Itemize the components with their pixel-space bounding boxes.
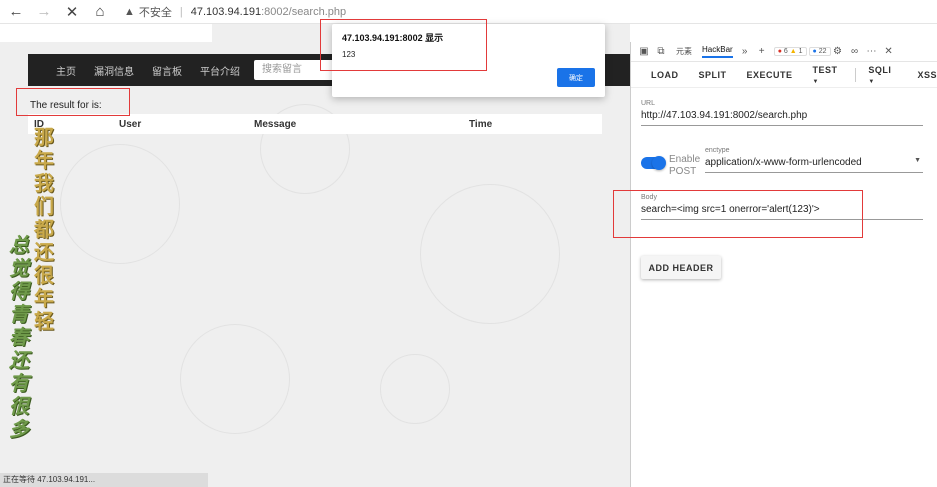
info-badge[interactable]: ● 22 xyxy=(808,47,831,56)
warning-icon: ▲ xyxy=(789,48,797,55)
error-badge[interactable]: ● 6 ▲ 1 xyxy=(773,47,807,56)
hackbar-test[interactable]: TEST ▼ xyxy=(813,65,844,85)
nav-item-vulns[interactable]: 漏洞信息 xyxy=(94,63,134,78)
devtools-toolbar: ▣ ⧉ 元素 HackBar » + ● 6 ▲ 1 ● 22 ⚙ ∞ ⋯ ✕ xyxy=(631,42,937,62)
inspect-icon[interactable]: ⧉ xyxy=(654,46,668,57)
devtools-panel: ▣ ⧉ 元素 HackBar » + ● 6 ▲ 1 ● 22 ⚙ ∞ ⋯ ✕ … xyxy=(630,42,937,487)
dropdown-arrow-icon: ▼ xyxy=(812,78,819,85)
hackbar-xss[interactable]: XSS xyxy=(917,70,937,80)
enable-post-label: Enable POST xyxy=(669,154,701,177)
background-doodle xyxy=(420,184,560,324)
error-icon: ● xyxy=(777,48,782,55)
link-icon[interactable]: ∞ xyxy=(848,46,862,57)
add-header-button[interactable]: ADD HEADER xyxy=(641,256,721,279)
hackbar-split[interactable]: SPLIT xyxy=(699,70,727,80)
hackbar-load[interactable]: LOAD xyxy=(651,70,679,80)
enctype-value: application/x-www-form-urlencoded ▼ xyxy=(705,157,921,168)
address-bar[interactable]: ▲ 不安全 | 47.103.94.191 :8002/search.php xyxy=(124,2,346,22)
forward-arrow-icon[interactable]: → xyxy=(32,0,56,24)
url-path: :8002/search.php xyxy=(261,5,347,18)
annotation-box-body xyxy=(613,190,863,238)
more-options-icon[interactable]: ⋯ xyxy=(865,46,879,57)
background-doodle xyxy=(380,354,450,424)
tab-hackbar[interactable]: HackBar xyxy=(702,45,733,58)
security-label: 不安全 xyxy=(138,6,172,19)
ok-button[interactable]: 确定 xyxy=(557,68,595,87)
nav-item-home[interactable]: 主页 xyxy=(56,63,76,78)
enable-post-toggle[interactable] xyxy=(641,156,666,170)
gear-icon[interactable]: ⚙ xyxy=(831,46,845,57)
url-host: 47.103.94.191 xyxy=(190,5,262,18)
hackbar-menu: LOAD SPLIT EXECUTE TEST ▼ SQLI ▼ XSS xyxy=(631,62,937,88)
info-icon: ● xyxy=(812,48,817,55)
enctype-select[interactable]: enctype application/x-www-form-urlencode… xyxy=(705,147,923,173)
dropdown-arrow-icon: ▼ xyxy=(868,78,875,85)
nav-item-about[interactable]: 平台介绍 xyxy=(200,63,240,78)
url-label: URL xyxy=(641,100,656,107)
column-header-user: User xyxy=(119,118,142,130)
table-header: ID User Message Time xyxy=(28,114,602,134)
dropdown-arrow-icon: ▼ xyxy=(914,157,921,164)
column-header-message: Message xyxy=(254,118,297,130)
enctype-label: enctype xyxy=(705,147,730,154)
url-value: http://47.103.94.191:8002/search.php xyxy=(641,110,808,121)
status-bar: 正在等待 47.103.94.191... xyxy=(0,473,208,487)
poem-line-2: 总 觉 得 青 春 还 有 很 多 xyxy=(9,233,29,441)
background-doodle xyxy=(180,324,290,434)
annotation-box-alert xyxy=(320,19,487,71)
hackbar-execute[interactable]: EXECUTE xyxy=(747,70,793,80)
annotation-box-result xyxy=(16,88,130,116)
back-arrow-icon[interactable]: ← xyxy=(4,0,28,24)
device-toolbar-icon[interactable]: ▣ xyxy=(637,46,651,57)
background-doodle xyxy=(60,144,180,264)
hackbar-sqli[interactable]: SQLI ▼ xyxy=(868,65,897,85)
close-icon[interactable]: ✕ xyxy=(882,46,896,57)
more-tabs-icon[interactable]: » xyxy=(738,46,752,57)
nav-item-guestbook[interactable]: 留言板 xyxy=(152,63,182,78)
tab-elements[interactable]: 元素 xyxy=(676,46,692,57)
poem-line-1: 那 年 我 们 都 还 很 年 轻 xyxy=(34,125,54,333)
url-field[interactable]: URL http://47.103.94.191:8002/search.php xyxy=(641,100,923,126)
home-icon[interactable]: ⌂ xyxy=(88,0,112,24)
close-icon[interactable]: ✕ xyxy=(60,0,84,24)
column-header-time: Time xyxy=(469,118,493,130)
warning-icon: ▲ xyxy=(124,5,135,18)
add-tab-icon[interactable]: + xyxy=(755,46,769,57)
